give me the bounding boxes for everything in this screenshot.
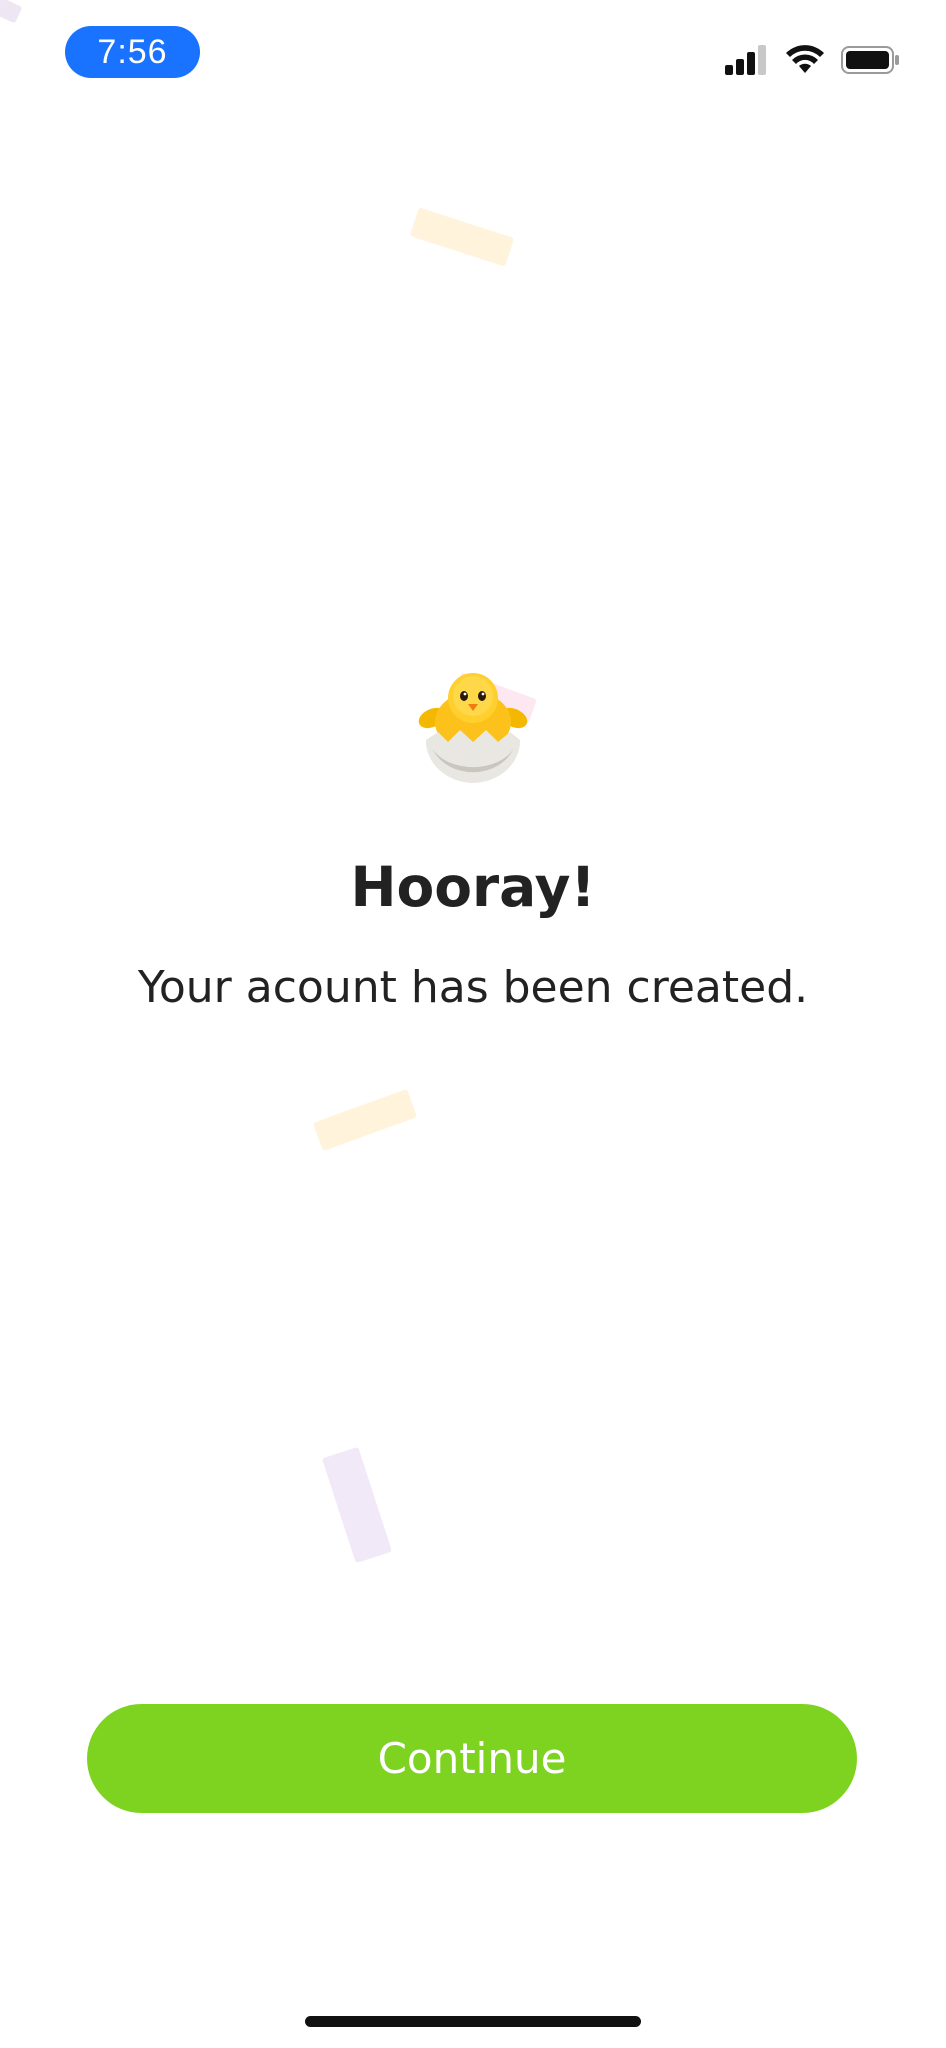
status-time[interactable]: 7:56 bbox=[65, 26, 200, 78]
confetti-piece bbox=[321, 1446, 393, 1564]
hatching-chick-icon bbox=[418, 670, 528, 785]
page-title: Hooray! bbox=[350, 855, 596, 919]
confirmation-message: Your acount has been created. bbox=[137, 962, 809, 1013]
cellular-signal-icon bbox=[725, 45, 769, 75]
battery-icon bbox=[841, 45, 901, 75]
status-icons bbox=[725, 42, 901, 78]
confetti-piece bbox=[312, 1088, 418, 1152]
wifi-icon bbox=[785, 45, 825, 75]
home-indicator[interactable] bbox=[305, 2016, 641, 2027]
status-bar: 7:56 bbox=[0, 0, 946, 110]
confetti-piece bbox=[409, 207, 515, 267]
continue-button[interactable]: Continue bbox=[87, 1704, 857, 1813]
